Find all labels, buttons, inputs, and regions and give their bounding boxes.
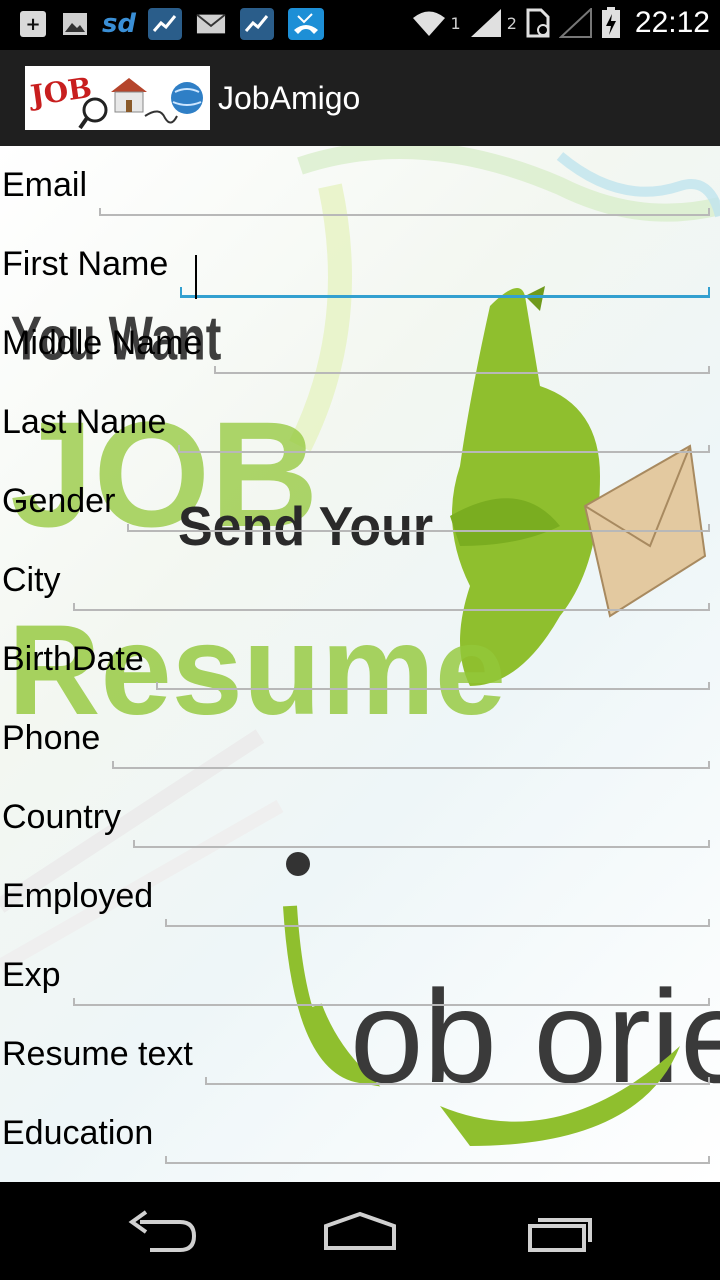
- email-label: Email: [2, 166, 88, 204]
- resume-text-field[interactable]: [205, 1049, 710, 1085]
- middle-name-field[interactable]: [214, 338, 710, 374]
- stocks-icon: [240, 8, 274, 40]
- form-row-exp: Exp: [0, 936, 720, 1015]
- resume-text-label: Resume text: [2, 1035, 193, 1073]
- employed-field[interactable]: [165, 891, 710, 927]
- form-row-birthdate: BirthDate: [0, 620, 720, 699]
- form-row-employed: Employed: [0, 857, 720, 936]
- form-row-education: Education: [0, 1094, 720, 1173]
- recent-apps-icon: [528, 1218, 592, 1252]
- sim-icon: [526, 8, 550, 38]
- exp-label: Exp: [2, 956, 61, 994]
- navigation-bar: [0, 1182, 720, 1280]
- employed-label: Employed: [2, 877, 154, 915]
- status-bar: + sd 1 2 22:12: [0, 0, 720, 50]
- recent-apps-button[interactable]: [510, 1204, 610, 1260]
- form-row-last-name: Last Name: [0, 383, 720, 462]
- sd-card-label: sd: [101, 9, 137, 39]
- signal-icon: [470, 9, 501, 37]
- last-name-label: Last Name: [2, 403, 167, 441]
- city-field[interactable]: [73, 575, 710, 611]
- first-name-field[interactable]: [180, 255, 710, 299]
- email-field[interactable]: [99, 180, 710, 216]
- exp-field[interactable]: [73, 970, 710, 1006]
- stocks-icon: [148, 8, 182, 40]
- back-button[interactable]: [110, 1204, 210, 1260]
- city-label: City: [2, 561, 61, 599]
- notification-icons: + sd: [20, 8, 324, 40]
- image-icon: [60, 8, 90, 40]
- home-button[interactable]: [310, 1204, 410, 1260]
- system-icons: 1 2 22:12: [411, 6, 710, 40]
- clock: 22:12: [634, 6, 710, 39]
- form-row-city: City: [0, 541, 720, 620]
- form-row-resume-text: Resume text: [0, 1015, 720, 1094]
- form-row-first-name: First Name: [0, 225, 720, 304]
- sd-card-icon: sd: [101, 8, 137, 40]
- form-row-country: Country: [0, 778, 720, 857]
- app-title: JobAmigo: [218, 80, 361, 116]
- registration-screen: You Want JOB Send Your Resume ob orient …: [0, 146, 720, 1182]
- gender-field[interactable]: [127, 496, 710, 532]
- education-label: Education: [2, 1114, 154, 1152]
- add-icon: +: [20, 11, 46, 37]
- country-field[interactable]: [133, 812, 710, 848]
- middle-name-label: Middle Name: [2, 324, 203, 362]
- country-label: Country: [2, 798, 122, 836]
- last-name-field[interactable]: [178, 417, 710, 453]
- first-name-label: First Name: [2, 245, 169, 283]
- signal-icon: [558, 8, 592, 38]
- birthdate-field[interactable]: [156, 654, 710, 690]
- home-icon: [324, 1211, 396, 1250]
- education-field[interactable]: [165, 1128, 710, 1164]
- app-logo[interactable]: JOB: [25, 66, 210, 130]
- action-bar: JOB JobAmigo: [0, 50, 720, 146]
- form-row-gender: Gender: [0, 462, 720, 541]
- missed-call-icon: [288, 8, 324, 40]
- mail-icon: [196, 8, 226, 40]
- sim1-label: 1: [450, 13, 461, 33]
- gender-label: Gender: [2, 482, 116, 520]
- wifi-icon: [412, 11, 445, 36]
- birthdate-label: BirthDate: [2, 640, 144, 678]
- text-cursor: [195, 255, 197, 299]
- form-row-email: Email: [0, 146, 720, 225]
- battery-icon: [601, 7, 620, 38]
- phone-field[interactable]: [112, 733, 710, 769]
- phone-label: Phone: [2, 719, 101, 757]
- back-icon: [128, 1210, 197, 1252]
- sim2-label: 2: [506, 13, 517, 33]
- form-row-middle-name: Middle Name: [0, 304, 720, 383]
- form-row-phone: Phone: [0, 699, 720, 778]
